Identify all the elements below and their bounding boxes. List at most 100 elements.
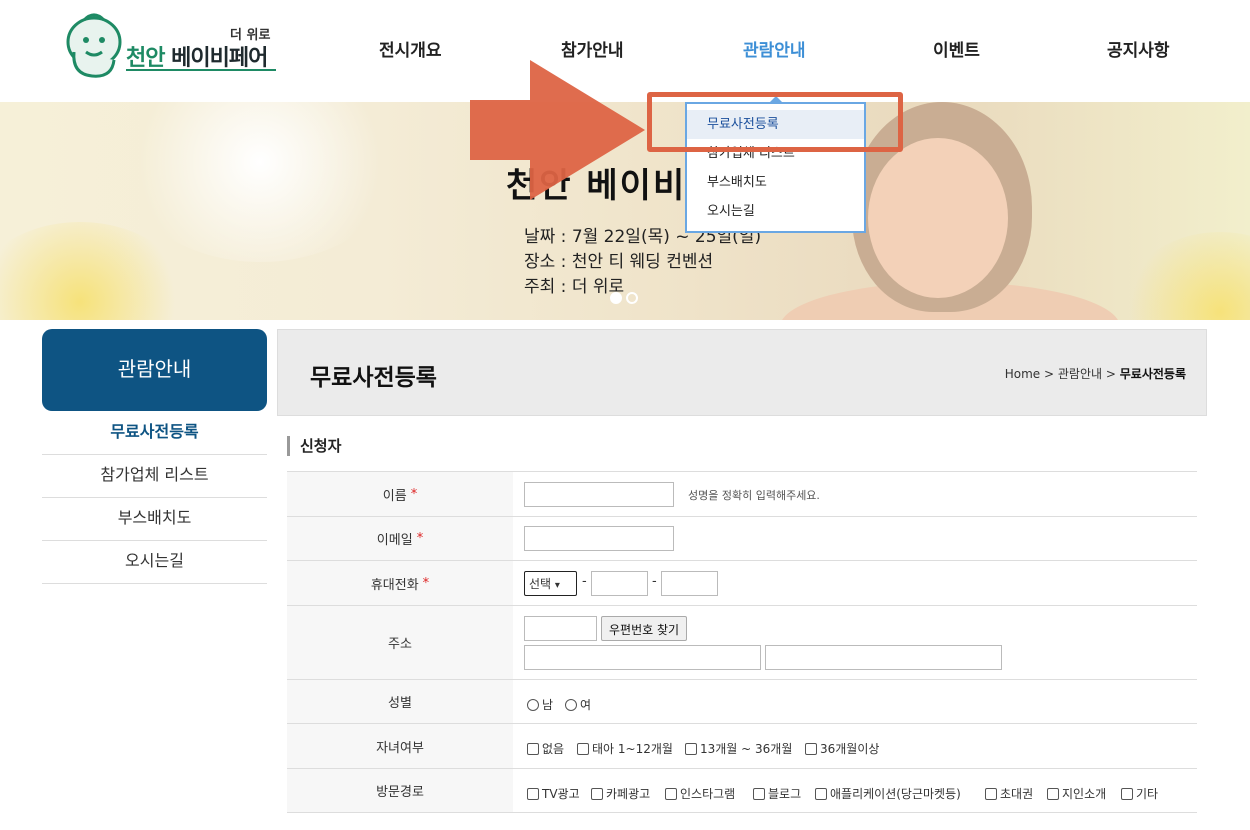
gender-option-female[interactable]: 여: [565, 696, 591, 713]
checkbox[interactable]: [1047, 787, 1059, 800]
logo-text: 천안 베이비페어: [126, 40, 268, 72]
sidebar-item-directions[interactable]: 오시는길: [42, 541, 267, 584]
form-row-email: 이메일 *: [287, 516, 1197, 560]
phone-middle-input[interactable]: [591, 571, 648, 596]
annotation-highlight-box: [647, 92, 903, 152]
name-input[interactable]: [524, 482, 674, 507]
children-option-label: 없음: [542, 742, 565, 756]
baby-image-face: [868, 138, 1008, 298]
breadcrumb-visitor-guide[interactable]: 관람안내: [1058, 367, 1102, 381]
required-mark: *: [410, 486, 418, 502]
route-option-label: 애플리케이션(당근마켓등): [830, 787, 961, 801]
route-option-other[interactable]: 기타: [1121, 785, 1158, 802]
nav-events[interactable]: 이벤트: [933, 36, 980, 61]
route-option-instagram[interactable]: 인스타그램: [665, 785, 735, 802]
gender-label: 성별: [287, 680, 513, 723]
radio-button[interactable]: [527, 698, 539, 711]
route-option-label: 블로그: [768, 787, 802, 801]
required-mark: *: [416, 531, 424, 546]
slider-dot-1[interactable]: [610, 292, 622, 304]
route-option-tv[interactable]: TV광고: [527, 785, 580, 802]
email-label-text: 이메일: [376, 533, 413, 548]
nav-visitor-guide[interactable]: 관람안내: [743, 36, 806, 61]
banner-flower-left: [0, 222, 190, 320]
sidebar-item-free-registration[interactable]: 무료사전등록: [42, 412, 267, 455]
checkbox[interactable]: [527, 787, 539, 800]
logo-underline: [126, 69, 276, 71]
address-label: 주소: [287, 606, 513, 679]
banner-light: [120, 102, 400, 262]
children-option-label: 13개월 ~ 36개월: [700, 742, 793, 756]
checkbox[interactable]: [577, 742, 589, 755]
page-title: 무료사전등록: [310, 365, 437, 391]
dropdown-item-directions[interactable]: 오시는길: [687, 197, 864, 226]
breadcrumb-separator: >: [1043, 367, 1055, 381]
children-option-none[interactable]: 없음: [527, 740, 564, 757]
checkbox[interactable]: [665, 787, 677, 800]
children-option-infant[interactable]: 태아 1~12개월: [577, 740, 673, 757]
email-input[interactable]: [524, 526, 674, 551]
address-detail-input[interactable]: [765, 645, 1002, 670]
gender-option-label: 여: [580, 698, 592, 712]
phone-label-text: 휴대전화: [370, 577, 419, 593]
route-label: 방문경로: [287, 769, 513, 812]
form-row-address: 주소 우편번호 찾기: [287, 605, 1197, 679]
form-row-name: 이름 * 성명을 정확히 입력해주세요.: [287, 471, 1197, 516]
nav-exhibition-overview[interactable]: 전시개요: [379, 36, 442, 61]
children-option-label: 태아 1~12개월: [592, 742, 673, 756]
checkbox[interactable]: [985, 787, 997, 800]
slider-dot-2[interactable]: [626, 292, 638, 304]
sidebar-heading: 관람안내: [42, 329, 267, 411]
breadcrumb-separator: >: [1105, 367, 1116, 381]
postcode-search-button[interactable]: 우편번호 찾기: [601, 616, 688, 641]
gender-option-label: 남: [542, 698, 554, 712]
checkbox[interactable]: [1121, 787, 1133, 800]
form-row-visit-route: 방문경로 TV광고 카페광고 인스타그램 블로그 애플리케이션(당근마켓등) 초…: [287, 768, 1197, 813]
checkbox[interactable]: [805, 742, 817, 755]
breadcrumb-current: 무료사전등록: [1119, 367, 1186, 381]
breadcrumb: Home > 관람안내 > 무료사전등록: [1005, 365, 1186, 382]
route-option-referral[interactable]: 지인소개: [1047, 785, 1106, 802]
phone-dash-1: -: [582, 574, 587, 589]
phone-dash-2: -: [652, 574, 657, 589]
nav-notices[interactable]: 공지사항: [1107, 36, 1170, 61]
breadcrumb-home[interactable]: Home: [1005, 367, 1040, 381]
children-option-over36[interactable]: 36개월이상: [805, 740, 879, 757]
logo-text-city: 천안: [126, 46, 165, 71]
checkbox[interactable]: [685, 742, 697, 755]
postcode-input[interactable]: [524, 616, 597, 641]
name-label-text: 이름: [382, 488, 407, 504]
gender-option-male[interactable]: 남: [527, 696, 553, 713]
sidebar-item-exhibitor-list[interactable]: 참가업체 리스트: [42, 455, 267, 498]
route-option-app[interactable]: 애플리케이션(당근마켓등): [815, 785, 961, 802]
route-option-blog[interactable]: 블로그: [753, 785, 801, 802]
checkbox[interactable]: [753, 787, 765, 800]
logo-text-fair: 베이비페어: [171, 46, 268, 71]
checkbox[interactable]: [591, 787, 603, 800]
banner-host: 주최 : 더 위로: [524, 277, 625, 297]
checkbox[interactable]: [527, 742, 539, 755]
required-mark: *: [422, 575, 430, 591]
route-option-label: 카페광고: [606, 787, 651, 801]
route-option-label: 기타: [1136, 787, 1159, 801]
section-heading-applicant: 신청자: [287, 436, 341, 456]
radio-button[interactable]: [565, 698, 577, 711]
children-option-label: 36개월이상: [820, 742, 880, 756]
page-title-bar: 무료사전등록 Home > 관람안내 > 무료사전등록: [277, 329, 1207, 416]
banner-flower-right: [1120, 232, 1250, 320]
children-label: 자녀여부: [287, 724, 513, 768]
route-option-label: TV광고: [542, 787, 580, 801]
sidebar-item-booth-map[interactable]: 부스배치도: [42, 498, 267, 541]
address-main-input[interactable]: [524, 645, 761, 670]
phone-prefix-select[interactable]: 선택 ▾: [524, 571, 577, 596]
children-option-toddler[interactable]: 13개월 ~ 36개월: [685, 740, 792, 757]
form-row-children: 자녀여부 없음 태아 1~12개월 13개월 ~ 36개월 36개월이상: [287, 723, 1197, 768]
checkbox[interactable]: [815, 787, 827, 800]
dropdown-item-booth-map[interactable]: 부스배치도: [687, 168, 864, 197]
name-label: 이름 *: [287, 472, 513, 516]
site-logo[interactable]: 더 위로 천안 베이비페어: [62, 12, 280, 84]
phone-last-input[interactable]: [661, 571, 718, 596]
route-option-cafe[interactable]: 카페광고: [591, 785, 650, 802]
nav-participation-guide[interactable]: 참가안내: [561, 36, 624, 61]
route-option-invitation[interactable]: 초대권: [985, 785, 1033, 802]
